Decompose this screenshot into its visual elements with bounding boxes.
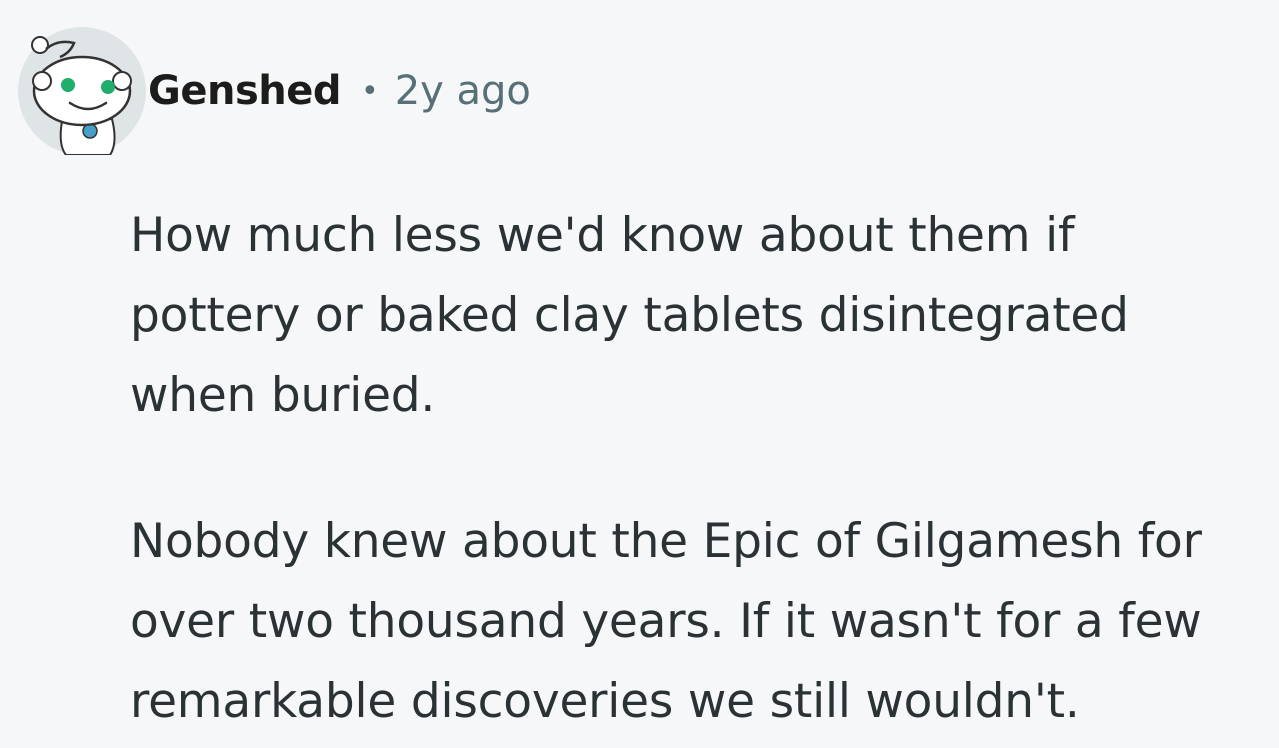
author-username[interactable]: Genshed (148, 68, 341, 114)
comment-paragraph: How much less we'd know about them if po… (130, 196, 1275, 436)
comment-text-line: over two thousand years. If it wasn't fo… (130, 594, 1202, 649)
comment-text-line: when buried. (130, 368, 436, 423)
comment-text-line: Nobody knew about the Epic of Gilgamesh … (130, 514, 1202, 569)
comment-body: How much less we'd know about them if po… (130, 196, 1275, 742)
meta-separator: • (360, 73, 379, 109)
snoo-avatar-icon[interactable] (18, 27, 146, 155)
comment-text-line: pottery or baked clay tablets disintegra… (130, 288, 1129, 343)
comment-text-line: How much less we'd know about them if (130, 208, 1075, 263)
comment-header: Genshed • 2y ago (18, 26, 531, 156)
comment-text-line: remarkable discoveries we still wouldn't… (130, 674, 1080, 729)
comment-timestamp[interactable]: 2y ago (395, 68, 531, 114)
comment: Genshed • 2y ago How much less we'd know… (0, 0, 1279, 748)
comment-paragraph: Nobody knew about the Epic of Gilgamesh … (130, 502, 1275, 742)
